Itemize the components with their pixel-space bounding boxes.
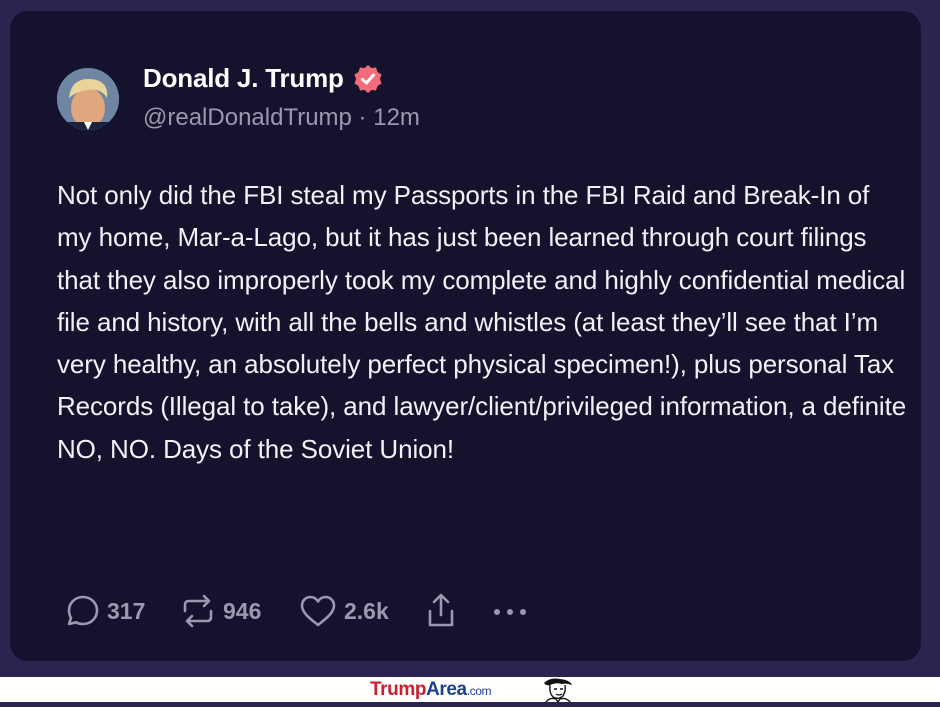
like-button[interactable]: 2.6k [298, 591, 389, 631]
author-avatar[interactable] [57, 68, 119, 130]
meta-separator: · [351, 104, 374, 131]
post-meta: @realDonaldTrump · 12m [143, 104, 420, 132]
verified-badge-icon [353, 64, 383, 94]
share-icon [422, 591, 460, 631]
watermark-footer: TrumpArea.com [0, 677, 940, 704]
reply-icon [65, 593, 101, 629]
repost-icon [179, 593, 217, 629]
reply-button[interactable]: 317 [65, 591, 145, 631]
author-handle[interactable]: @realDonaldTrump [143, 104, 352, 131]
like-count: 2.6k [344, 597, 389, 624]
author-name[interactable]: Donald J. Trump [143, 63, 344, 94]
more-icon [490, 593, 530, 629]
caricature-logo-icon [536, 677, 576, 707]
site-watermark: TrumpArea.com [370, 679, 492, 700]
repost-count: 946 [223, 597, 262, 624]
reply-count: 317 [107, 597, 146, 624]
more-options-button[interactable] [490, 591, 530, 631]
post-body: Not only did the FBI steal my Passports … [57, 180, 907, 464]
post-card[interactable]: Donald J. Trump @realDonaldTrump · 12m N… [10, 11, 921, 661]
like-icon [298, 593, 338, 629]
share-button[interactable] [422, 591, 460, 631]
repost-button[interactable]: 946 [179, 591, 261, 631]
post-time[interactable]: 12m [373, 104, 420, 131]
